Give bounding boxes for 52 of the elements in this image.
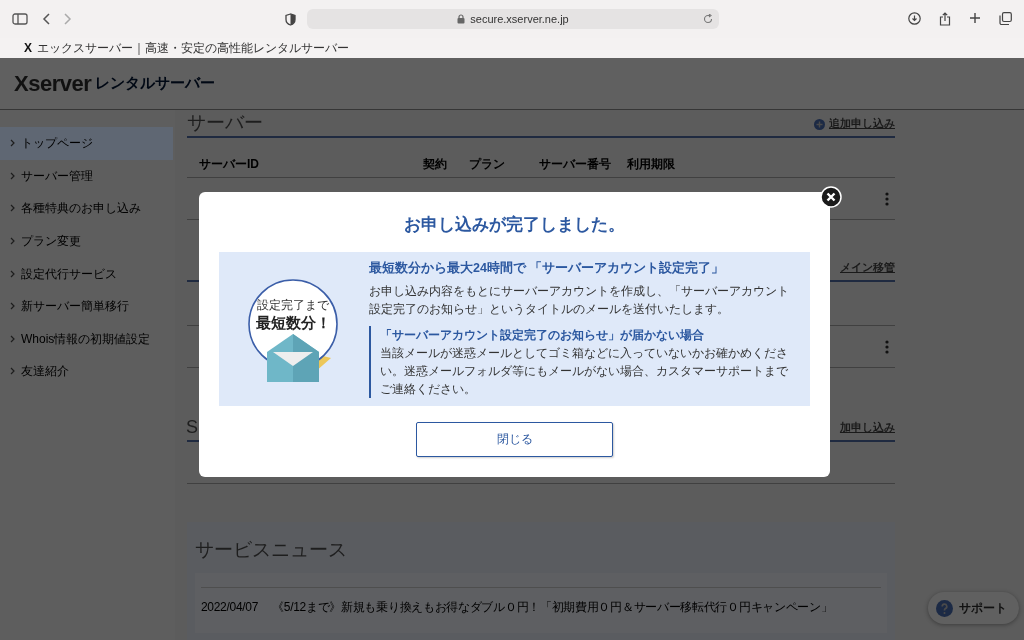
plus-icon[interactable] (969, 12, 981, 24)
logo[interactable]: Xserver (14, 67, 92, 100)
note-heading: 「サーバーアカウント設定完了のお知らせ」が届かない場合 (380, 326, 705, 344)
column-header: サーバー番号 (539, 156, 611, 173)
chevron-icon (10, 334, 15, 343)
plus-circle-icon (814, 118, 825, 130)
column-header: プラン (469, 156, 505, 173)
sidebar-item[interactable]: トップページ (0, 127, 173, 160)
tabs-icon[interactable] (999, 12, 1012, 25)
sidebar-item[interactable]: 設定代行サービス (0, 257, 173, 290)
add-link[interactable]: 加申し込み (840, 420, 895, 436)
sidebar-item[interactable]: Whois情報の初期値設定 (0, 322, 173, 356)
sidebar-item[interactable]: 各種特典のお申し込み (0, 192, 173, 225)
dialog-title: お申し込みが完了しました。 (403, 214, 626, 236)
share-icon[interactable] (939, 12, 951, 26)
sidebar-item[interactable]: サーバー管理 (0, 159, 173, 193)
close-button[interactable]: 閉じる (416, 421, 613, 457)
sidebar-item[interactable]: 新サーバー簡単移行 (0, 289, 173, 323)
chevron-icon (10, 171, 15, 180)
lock-icon (457, 14, 466, 24)
support-button[interactable]: サポート (928, 592, 1019, 624)
chevron-icon (10, 302, 15, 311)
more-icon[interactable] (885, 191, 889, 206)
chevron-icon (10, 204, 15, 213)
chevron-icon (10, 367, 15, 376)
chevron-icon (10, 237, 15, 246)
chevron-icon (10, 269, 15, 278)
column-header: 利用期限 (627, 156, 675, 173)
chevron-icon (10, 139, 15, 148)
sidebar-item[interactable]: 友達紹介 (0, 355, 173, 388)
shield-icon[interactable] (285, 12, 296, 26)
news-link[interactable]: 《5/12まで》新規も乗り換えもお得なダブル０円！「初期費用０円＆サーバー移転代行０円キャンペーン」 (272, 597, 833, 616)
note-text: 当該メールが迷惑メールとしてゴミ箱などに入っていないかお確かめください。迷惑メールフォルダ等にもメールがない場合、カスタマーサポートまでご連絡ください。 (380, 344, 789, 398)
sidebar-item[interactable]: プラン変更 (0, 224, 173, 258)
logo-subtitle: レンタルサーバー (95, 73, 216, 94)
column-header: サーバーID (199, 156, 259, 173)
column-header: 契約 (423, 156, 447, 173)
download-icon[interactable] (908, 12, 921, 25)
news-title: サービスニュース (195, 538, 348, 562)
address-bar[interactable]: secure.xserver.ne.jp (307, 9, 719, 29)
news-date: 2022/04/07 (201, 598, 259, 616)
domain-transfer-link[interactable]: メイン移管 (840, 260, 895, 276)
reload-icon[interactable] (703, 14, 713, 24)
close-icon[interactable] (820, 186, 842, 208)
section-title: サーバー (187, 113, 263, 132)
help-icon (936, 599, 953, 617)
section-title: S (186, 418, 198, 436)
sidebar-icon[interactable] (12, 13, 28, 25)
back-icon[interactable] (42, 13, 50, 25)
more-icon[interactable] (885, 339, 889, 354)
info-heading: 最短数分から最大24時間で 「サーバーアカウント設定完了」 (369, 259, 726, 278)
info-text: お申し込み内容をもとにサーバーアカウントを作成し、「サーバーアカウント設定完了のお知らせ」というタイトルのメールを送付いたします。 (369, 282, 790, 318)
